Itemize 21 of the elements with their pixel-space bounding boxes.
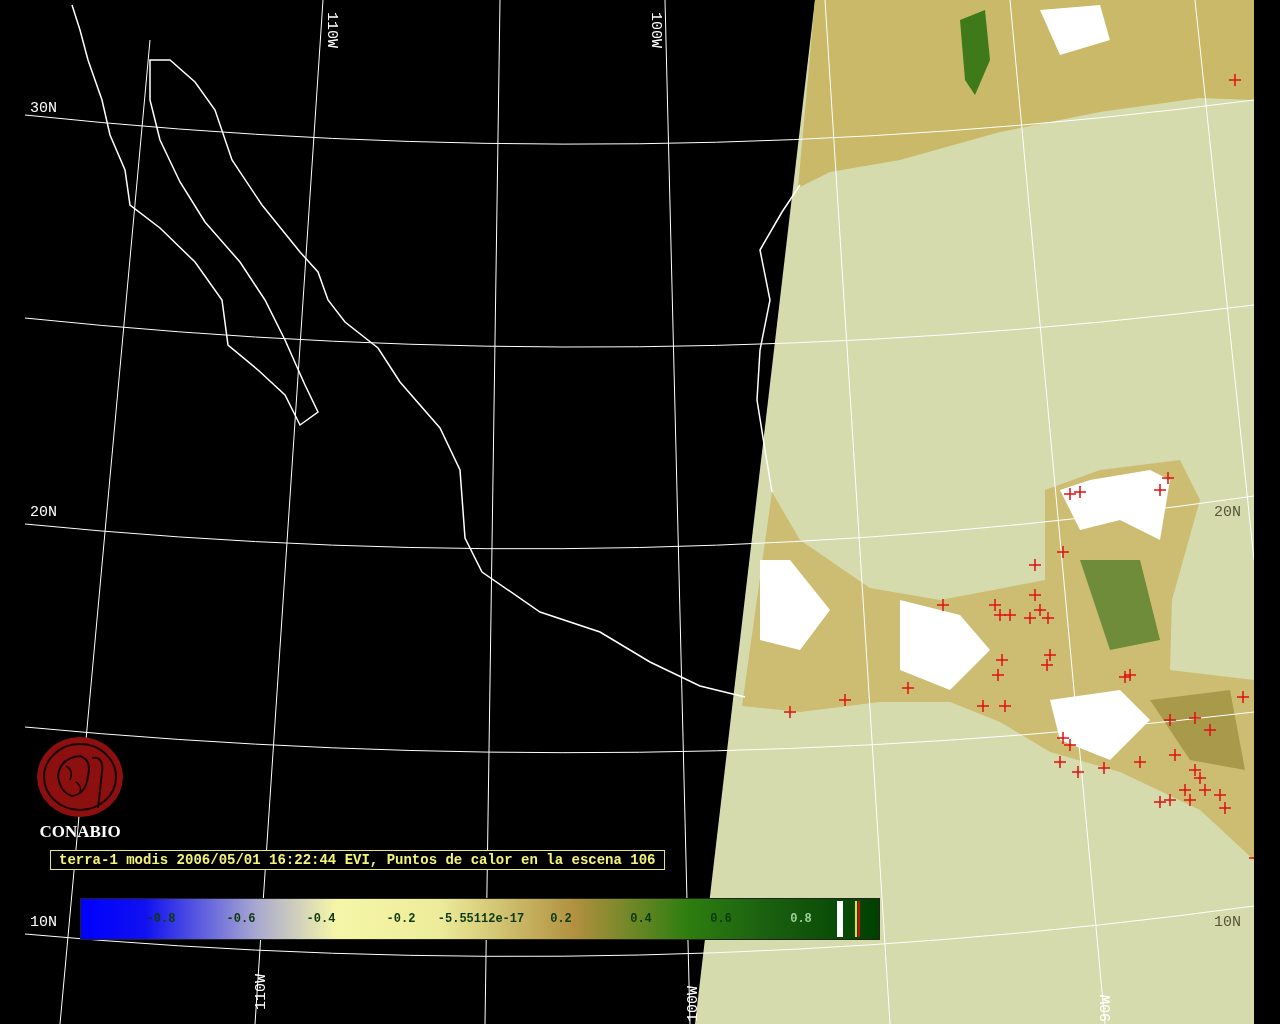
longitude-label: 100W [685,986,702,1022]
colorbar-tick-label: 0.6 [710,912,732,926]
longitude-label: 100W [647,12,664,48]
scene-caption: terra-1 modis 2006/05/01 16:22:44 EVI, Puntos de calor en la escena 106 [50,850,665,870]
latitude-label: 20N [1214,504,1241,521]
colorbar-tick-label: 0.4 [630,912,652,926]
colorbar-tick-label: -5.55112e-17 [437,912,525,926]
longitude-label: 90W [1098,995,1115,1022]
latitude-label: 20N [30,504,57,521]
colorbar-tick-label: -0.4 [306,912,336,926]
colorbar-tick-label: -0.6 [226,912,256,926]
longitude-label: 110W [323,12,340,48]
colorbar-tick-label: 0.8 [790,912,812,926]
logo-emblem-icon [36,736,124,818]
latitude-label: 10N [1214,914,1241,931]
colorbar-tick-label: -0.2 [386,912,416,926]
colorbar-tick-label: 0.2 [550,912,572,926]
latitude-label: 10N [30,914,57,931]
longitude-label: 110W [253,974,270,1010]
colorbar-tick-label: -0.8 [146,912,176,926]
latitude-label: 30N [30,100,57,117]
